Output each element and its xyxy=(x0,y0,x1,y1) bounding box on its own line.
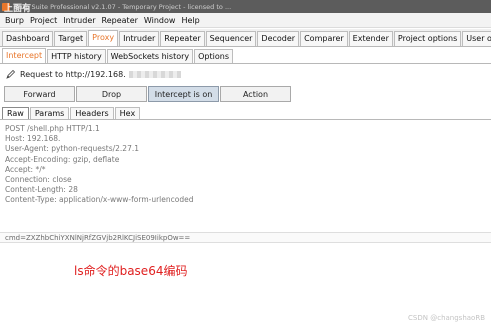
tab-raw[interactable]: Raw xyxy=(2,107,29,119)
request-header-accept-encoding: Accept-Encoding: gzip, deflate xyxy=(5,154,120,164)
tab-intruder[interactable]: Intruder xyxy=(119,31,160,46)
request-line-text: POST /shell.php HTTP/1.1 xyxy=(5,124,100,133)
tab-headers[interactable]: Headers xyxy=(70,107,114,119)
window-title: Burp Suite Professional v2.1.07 - Tempor… xyxy=(14,2,232,11)
tab-comparer[interactable]: Comparer xyxy=(300,31,348,46)
redacted-host xyxy=(128,70,181,78)
request-header-host: Host: 192.168. xyxy=(5,134,61,144)
tab-websockets-history[interactable]: WebSockets history xyxy=(106,49,194,63)
request-header-accept: Accept: */* xyxy=(5,164,46,174)
request-header-user-agent: User-Agent: python-requests/2.27.1 xyxy=(5,144,140,154)
drop-button[interactable]: Drop xyxy=(76,86,147,102)
tab-project-options[interactable]: Project options xyxy=(393,31,462,46)
menu-intruder[interactable]: Intruder xyxy=(60,16,98,25)
menu-burp[interactable]: Burp xyxy=(2,16,27,25)
forward-button[interactable]: Forward xyxy=(4,86,75,102)
action-button[interactable]: Action xyxy=(220,86,291,102)
intercept-toggle-button[interactable]: Intercept is on xyxy=(148,86,219,102)
message-editor-tabs: Raw Params Headers Hex xyxy=(0,106,491,120)
tab-sequencer[interactable]: Sequencer xyxy=(205,31,257,46)
tab-options[interactable]: Options xyxy=(194,49,233,63)
title-bar: Burp Suite Professional v2.1.07 - Tempor… xyxy=(0,0,491,13)
tab-target[interactable]: Target xyxy=(54,31,88,46)
main-tab-bar: Dashboard Target Proxy Intruder Repeater… xyxy=(0,29,491,47)
tab-repeater[interactable]: Repeater xyxy=(160,31,205,46)
request-editor[interactable]: POST /shell.php HTTP/1.1 Host: 192.168. … xyxy=(0,121,491,232)
overlay-title: 上面有 xyxy=(4,4,32,13)
request-header-content-length: Content-Length: 28 xyxy=(5,185,78,195)
proxy-tab-bar: Intercept HTTP history WebSockets histor… xyxy=(0,47,491,64)
tab-dashboard[interactable]: Dashboard xyxy=(2,31,54,46)
menu-project[interactable]: Project xyxy=(27,16,60,25)
tab-http-history[interactable]: HTTP history xyxy=(47,49,106,63)
watermark: CSDN @changshaoRB xyxy=(408,314,485,322)
annotation-note: ls命令的base64编码 xyxy=(74,264,188,278)
request-header-content-type: Content-Type: application/x-www-form-url… xyxy=(5,195,194,205)
request-body[interactable]: cmd=ZXZhbChiYXNlNjRfZGVjb2RlKCJiSE09Iikp… xyxy=(0,232,491,243)
pencil-icon[interactable] xyxy=(6,69,16,79)
tab-params[interactable]: Params xyxy=(29,107,70,119)
tab-hex[interactable]: Hex xyxy=(114,107,141,119)
tab-decoder[interactable]: Decoder xyxy=(257,31,300,46)
menu-help[interactable]: Help xyxy=(178,16,202,25)
menu-bar: Burp Project Intruder Repeater Window He… xyxy=(0,13,491,28)
menu-window[interactable]: Window xyxy=(141,16,179,25)
tab-extender[interactable]: Extender xyxy=(348,31,393,46)
request-target: Request to http://192.168. xyxy=(6,68,181,80)
request-header-connection: Connection: close xyxy=(5,174,72,184)
request-target-label: Request to http://192.168. xyxy=(20,69,126,79)
tab-proxy[interactable]: Proxy xyxy=(88,30,119,46)
menu-repeater[interactable]: Repeater xyxy=(99,16,141,25)
tab-intercept[interactable]: Intercept xyxy=(2,48,47,63)
tab-user-options[interactable]: User o xyxy=(462,31,491,46)
